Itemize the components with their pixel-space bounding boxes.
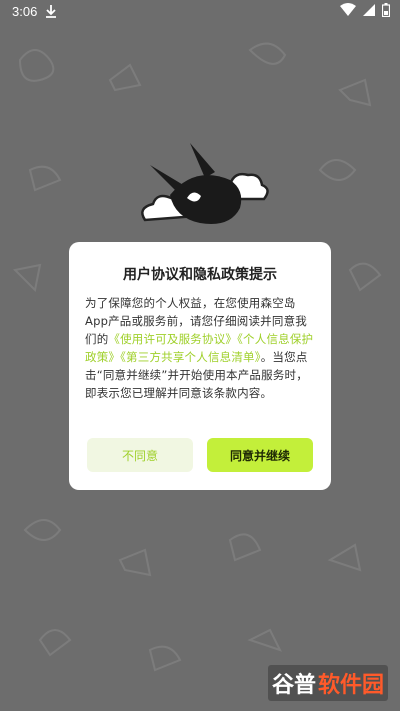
dialog-body: 为了保障您的个人权益，在您使用森空岛App产品或服务前，请您仔细阅读并同意我们的…	[85, 294, 315, 402]
signal-icon	[362, 3, 376, 17]
status-icons	[340, 3, 390, 17]
dialog-title: 用户协议和隐私政策提示	[123, 266, 277, 282]
dialog-buttons: 不同意 同意并继续	[87, 438, 313, 472]
battery-icon	[382, 3, 390, 17]
wifi-icon	[340, 3, 356, 17]
status-bar: 3:06	[0, 0, 400, 24]
third-party-sharing-link[interactable]: 《第三方共享个人信息清单》	[120, 350, 261, 364]
accept-continue-button[interactable]: 同意并继续	[207, 438, 313, 472]
watermark-logo: 谷普 软件园	[268, 665, 388, 701]
watermark-text-part1: 谷普	[271, 672, 316, 697]
decline-button[interactable]: 不同意	[87, 438, 193, 472]
status-time: 3:06	[12, 4, 38, 19]
mascot-logo	[141, 143, 269, 224]
consent-dialog: 用户协议和隐私政策提示 为了保障您的个人权益，在您使用森空岛App产品或服务前，…	[69, 242, 331, 490]
watermark-text-part2: 软件园	[318, 672, 385, 697]
service-agreement-link[interactable]: 《使用许可及服务协议》	[108, 332, 237, 346]
download-icon	[45, 4, 57, 18]
